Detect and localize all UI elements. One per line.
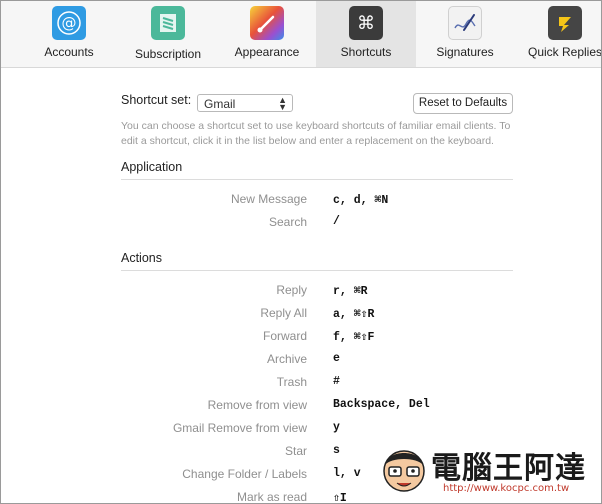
shortcut-label: Reply — [276, 283, 307, 297]
tab-label: Subscription — [134, 47, 202, 61]
shortcut-row[interactable]: Search / — [1, 215, 601, 233]
shortcut-label: Reply All — [260, 306, 307, 320]
shortcut-key[interactable]: f, ⌘⇧F — [333, 329, 374, 344]
signature-pen-icon — [448, 6, 482, 40]
section-application-title: Application — [121, 160, 513, 180]
shortcut-set-label: Shortcut set: — [121, 93, 192, 107]
shortcut-key[interactable]: r, ⌘R — [333, 283, 368, 298]
shortcut-label: New Message — [230, 192, 307, 206]
tab-quick-replies[interactable]: Quick Replies — [515, 1, 602, 67]
shortcut-key[interactable]: ⇧I — [333, 490, 347, 503]
tab-label: Accounts — [44, 45, 94, 59]
shortcut-key[interactable]: e — [333, 352, 340, 365]
tab-label: Shortcuts — [340, 45, 392, 59]
tab-label: Appearance — [234, 45, 300, 59]
book-icon — [151, 6, 185, 40]
tab-shortcuts[interactable]: ⌘ Shortcuts — [316, 1, 416, 67]
shortcut-label: Change Folder / Labels — [182, 467, 307, 481]
quick-reply-icon — [548, 6, 582, 40]
watermark: 電腦王阿達 http://www.kocpc.com.tw — [379, 441, 599, 501]
shortcut-key[interactable]: s — [333, 444, 340, 457]
mascot-face-icon — [383, 450, 425, 492]
at-sign-icon: @ — [52, 6, 86, 40]
svg-text:@: @ — [62, 14, 77, 32]
shortcut-key[interactable]: a, ⌘⇧R — [333, 306, 374, 321]
shortcut-label: Gmail Remove from view — [172, 421, 307, 435]
section-actions-title: Actions — [121, 251, 513, 271]
shortcut-row[interactable]: Remove from view Backspace, Del — [1, 398, 601, 416]
paintbrush-icon — [250, 6, 284, 40]
shortcut-description: You can choose a shortcut set to use key… — [121, 120, 511, 147]
shortcut-row[interactable]: Trash # — [1, 375, 601, 393]
shortcut-row[interactable]: Reply All a, ⌘⇧R — [1, 306, 601, 324]
shortcut-label: Star — [284, 444, 307, 458]
shortcut-set-select[interactable]: Gmail ▲ ▼ — [197, 94, 293, 112]
tab-signatures[interactable]: Signatures — [415, 1, 515, 67]
shortcut-label: Forward — [262, 329, 307, 343]
shortcut-row[interactable]: Reply r, ⌘R — [1, 283, 601, 301]
shortcut-label: Mark as read — [236, 490, 307, 504]
shortcut-label: Search — [268, 215, 307, 229]
watermark-url: http://www.kocpc.com.tw — [443, 483, 570, 494]
shortcut-row[interactable]: Gmail Remove from view y — [1, 421, 601, 439]
shortcut-label: Remove from view — [207, 398, 307, 412]
shortcut-key[interactable]: l, v — [333, 467, 361, 480]
shortcut-row[interactable]: Forward f, ⌘⇧F — [1, 329, 601, 347]
shortcut-key[interactable]: y — [333, 421, 340, 434]
shortcut-key[interactable]: Backspace, Del — [333, 398, 430, 411]
watermark-text: 電腦王阿達 — [431, 451, 586, 486]
preferences-toolbar: @ Accounts Subscription Appearance ⌘ Sho… — [1, 1, 601, 68]
reset-to-defaults-button[interactable]: Reset to Defaults — [413, 93, 513, 114]
shortcut-key[interactable]: # — [333, 375, 340, 388]
shortcut-set-value: Gmail — [204, 97, 236, 111]
preferences-window: @ Accounts Subscription Appearance ⌘ Sho… — [0, 0, 602, 504]
shortcut-key[interactable]: c, d, ⌘N — [333, 192, 388, 207]
command-icon: ⌘ — [349, 6, 383, 40]
tab-label: Quick Replies — [527, 45, 602, 59]
up-down-arrows-icon: ▲ ▼ — [278, 95, 287, 112]
shortcut-label: Archive — [266, 352, 307, 366]
tab-accounts[interactable]: @ Accounts — [19, 1, 119, 67]
shortcut-key[interactable]: / — [333, 215, 340, 228]
tab-appearance[interactable]: Appearance — [217, 1, 317, 67]
svg-text:⌘: ⌘ — [357, 13, 375, 34]
tab-label: Signatures — [436, 45, 494, 59]
shortcut-row[interactable]: Archive e — [1, 352, 601, 370]
tab-subscription[interactable]: Subscription — [118, 1, 218, 67]
shortcut-row[interactable]: New Message c, d, ⌘N — [1, 192, 601, 210]
shortcut-label: Trash — [276, 375, 307, 389]
